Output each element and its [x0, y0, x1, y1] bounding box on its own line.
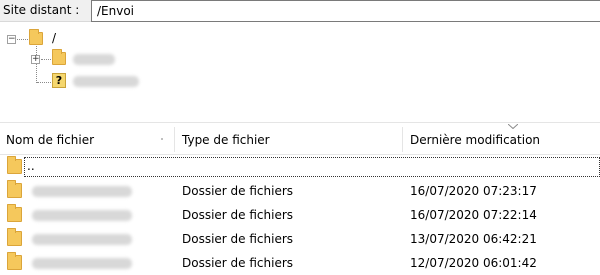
tree-node-folder[interactable]: + — [0, 49, 200, 69]
tree-node-root[interactable]: − / — [0, 29, 200, 48]
remote-directory-tree[interactable]: − / + ? — [0, 22, 600, 115]
file-type: Dossier de fichiers — [182, 184, 294, 198]
list-item[interactable]: Dossier de fichiers 13/07/2020 06:42:21 — [0, 227, 600, 251]
remote-path-input[interactable] — [91, 0, 600, 22]
file-type: Dossier de fichiers — [182, 256, 294, 270]
file-list-header: Nom de fichier Type de fichier Dernière … — [0, 122, 600, 155]
tree-node-label-redacted — [73, 54, 115, 65]
resize-grip[interactable] — [161, 138, 163, 140]
file-name-redacted — [32, 234, 132, 245]
file-modified: 16/07/2020 07:23:17 — [410, 184, 537, 198]
remote-file-list[interactable]: .. Dossier de fichiers 16/07/2020 07:23:… — [0, 155, 600, 275]
list-item[interactable]: Dossier de fichiers 16/07/2020 07:22:14 — [0, 203, 600, 227]
sort-descending-icon — [508, 124, 518, 129]
column-header-name[interactable]: Nom de fichier — [0, 123, 168, 156]
folder-icon — [7, 204, 22, 222]
column-separator[interactable] — [174, 127, 175, 152]
file-modified: 12/07/2020 06:01:42 — [410, 256, 537, 270]
file-type: Dossier de fichiers — [182, 232, 294, 246]
folder-icon — [7, 156, 22, 174]
file-type: Dossier de fichiers — [182, 208, 294, 222]
file-modified: 13/07/2020 06:42:21 — [410, 232, 537, 246]
file-name-redacted — [32, 210, 132, 221]
list-item[interactable]: Dossier de fichiers 12/07/2020 06:01:42 — [0, 251, 600, 275]
remote-path-bar: Site distant : — [0, 0, 600, 22]
file-name: .. — [24, 157, 600, 177]
file-modified: 16/07/2020 07:22:14 — [410, 208, 537, 222]
expand-icon[interactable]: + — [31, 55, 40, 64]
file-name-redacted — [32, 186, 132, 197]
file-name-redacted — [32, 258, 132, 269]
folder-icon — [7, 228, 22, 246]
folder-icon — [52, 49, 66, 65]
unknown-folder-icon: ? — [52, 73, 66, 88]
column-separator[interactable] — [402, 127, 403, 152]
tree-connector — [37, 82, 51, 83]
column-header-type[interactable]: Type de fichier — [176, 123, 402, 156]
tree-node-label: / — [52, 31, 57, 45]
folder-icon — [29, 29, 43, 45]
remote-site-label: Site distant : — [3, 3, 80, 17]
tree-node-label-redacted — [73, 76, 139, 87]
folder-icon — [7, 180, 22, 198]
folder-icon — [7, 252, 22, 270]
tree-connector — [41, 59, 51, 60]
collapse-icon[interactable]: − — [7, 35, 16, 44]
column-header-modified[interactable]: Dernière modification — [404, 123, 600, 156]
tree-node-unknown[interactable]: ? — [0, 71, 200, 89]
list-item-parent[interactable]: .. — [0, 155, 600, 179]
list-item[interactable]: Dossier de fichiers 16/07/2020 07:23:17 — [0, 179, 600, 203]
tree-connector — [17, 39, 28, 40]
